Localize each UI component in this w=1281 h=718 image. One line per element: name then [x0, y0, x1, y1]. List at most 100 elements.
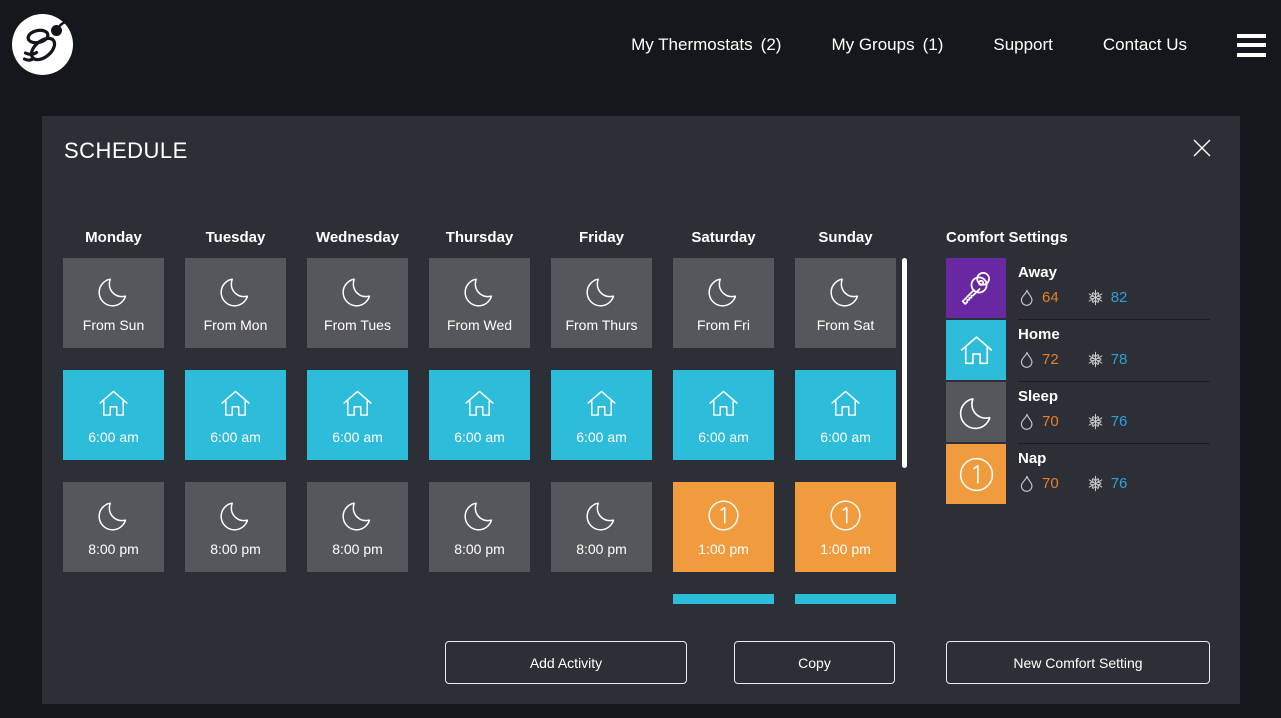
sleep-tile	[946, 382, 1006, 442]
day-header: Sunday	[795, 216, 896, 258]
schedule-tile-sleep[interactable]: From Wed	[429, 258, 530, 348]
away-tile	[946, 258, 1006, 318]
schedule-tile-sleep[interactable]: From Sun	[63, 258, 164, 348]
cool-setpoint: 82	[1111, 289, 1128, 306]
schedule-tile-home[interactable]: 6:00 am	[185, 370, 286, 460]
schedule-tile-sleep[interactable]: 8:00 pm	[63, 482, 164, 572]
heat-setpoint: 72	[1042, 351, 1059, 368]
comfort-setting-home[interactable]: Home 72 78	[946, 320, 1210, 382]
day-header: Tuesday	[185, 216, 286, 258]
comfort-info: Sleep 70 76	[1018, 382, 1210, 444]
tile-label: From Wed	[447, 317, 512, 333]
home-icon	[217, 385, 254, 422]
moon-icon	[461, 273, 498, 310]
heat-setpoint: 64	[1042, 289, 1059, 306]
hamburger-bar	[1237, 34, 1266, 38]
tile-label: 8:00 pm	[576, 541, 627, 557]
day-column-monday: Monday From Sun 6:00 am 8:00 pm	[63, 216, 164, 572]
bee-icon	[12, 14, 73, 75]
schedule-tile-nap[interactable]: 1:00 pm	[795, 482, 896, 572]
home-icon	[827, 385, 864, 422]
new-comfort-setting-button[interactable]: New Comfort Setting	[946, 641, 1210, 684]
nav-my-thermostats[interactable]: My Thermostats(2)	[631, 35, 781, 55]
scrollbar-thumb[interactable]	[902, 258, 907, 468]
tile-label: 6:00 am	[88, 429, 139, 445]
comfort-name: Nap	[1018, 450, 1210, 467]
nav-label: Support	[993, 35, 1053, 54]
comfort-setting-sleep[interactable]: Sleep 70 76	[946, 382, 1210, 444]
nav-count: (2)	[761, 35, 782, 54]
schedule-tile-partial[interactable]	[795, 594, 896, 604]
tile-label: From Sun	[83, 317, 144, 333]
nav-support[interactable]: Support	[993, 35, 1053, 55]
one-icon	[956, 454, 997, 495]
flame-icon	[1018, 413, 1035, 430]
schedule-tile-sleep[interactable]: From Tues	[307, 258, 408, 348]
copy-button[interactable]: Copy	[734, 641, 895, 684]
comfort-info: Nap 70 76	[1018, 444, 1210, 506]
schedule-tile-home[interactable]: 6:00 am	[673, 370, 774, 460]
moon-icon	[217, 273, 254, 310]
comfort-setting-nap[interactable]: Nap 70 76	[946, 444, 1210, 506]
moon-icon	[827, 273, 864, 310]
nav-contact-us[interactable]: Contact Us	[1103, 35, 1187, 55]
schedule-tile-sleep[interactable]: From Mon	[185, 258, 286, 348]
comfort-setting-away[interactable]: Away 64 82	[946, 258, 1210, 320]
close-icon[interactable]	[1192, 138, 1212, 158]
schedule-tile-sleep[interactable]: From Sat	[795, 258, 896, 348]
day-column-sunday: Sunday From Sat 6:00 am 1:00 pm	[795, 216, 896, 604]
schedule-tile-sleep[interactable]: 8:00 pm	[185, 482, 286, 572]
moon-icon	[339, 273, 376, 310]
hamburger-menu-icon[interactable]	[1237, 34, 1266, 57]
tile-label: 6:00 am	[454, 429, 505, 445]
day-column-tuesday: Tuesday From Mon 6:00 am 8:00 pm	[185, 216, 286, 572]
tile-label: 6:00 am	[698, 429, 749, 445]
nav-label: My Groups	[831, 35, 914, 54]
schedule-tile-sleep[interactable]: 8:00 pm	[429, 482, 530, 572]
schedule-tile-nap[interactable]: 1:00 pm	[673, 482, 774, 572]
schedule-tile-sleep[interactable]: 8:00 pm	[551, 482, 652, 572]
day-header: Wednesday	[307, 216, 408, 258]
tile-label: 8:00 pm	[88, 541, 139, 557]
schedule-tile-home[interactable]: 6:00 am	[795, 370, 896, 460]
moon-icon	[95, 273, 132, 310]
flame-icon	[1018, 289, 1035, 306]
schedule-tile-partial[interactable]	[673, 594, 774, 604]
home-icon	[95, 385, 132, 422]
nav-label: Contact Us	[1103, 35, 1187, 54]
schedule-tile-home[interactable]: 6:00 am	[551, 370, 652, 460]
tile-label: 8:00 pm	[210, 541, 261, 557]
comfort-settings-title: Comfort Settings	[946, 216, 1210, 258]
heat-setpoint: 70	[1042, 413, 1059, 430]
schedule-tile-sleep[interactable]: 8:00 pm	[307, 482, 408, 572]
moon-icon	[461, 497, 498, 534]
schedule-tile-home[interactable]: 6:00 am	[429, 370, 530, 460]
schedule-tile-sleep[interactable]: From Fri	[673, 258, 774, 348]
tile-label: 8:00 pm	[332, 541, 383, 557]
top-nav: My Thermostats(2) My Groups(1) Support C…	[631, 0, 1266, 90]
bee-logo[interactable]	[12, 14, 73, 75]
day-header: Monday	[63, 216, 164, 258]
nav-my-groups[interactable]: My Groups(1)	[831, 35, 943, 55]
snowflake-icon	[1087, 289, 1104, 306]
home-tile	[946, 320, 1006, 380]
moon-icon	[583, 497, 620, 534]
schedule-tile-home[interactable]: 6:00 am	[307, 370, 408, 460]
tile-label: From Sat	[817, 317, 875, 333]
moon-icon	[583, 273, 620, 310]
tile-label: 8:00 pm	[454, 541, 505, 557]
home-icon	[583, 385, 620, 422]
tile-label: 6:00 am	[820, 429, 871, 445]
comfort-name: Sleep	[1018, 388, 1210, 405]
add-activity-button[interactable]: Add Activity	[445, 641, 687, 684]
schedule-panel: SCHEDULE Monday From Sun 6:00 am 8:00 pm…	[42, 116, 1240, 704]
hamburger-bar	[1237, 43, 1266, 47]
key-icon	[956, 268, 997, 309]
schedule-tile-home[interactable]: 6:00 am	[63, 370, 164, 460]
moon-icon	[705, 273, 742, 310]
home-icon	[705, 385, 742, 422]
cool-setpoint: 76	[1111, 475, 1128, 492]
heat-setpoint: 70	[1042, 475, 1059, 492]
schedule-tile-sleep[interactable]: From Thurs	[551, 258, 652, 348]
tile-label: From Mon	[204, 317, 268, 333]
